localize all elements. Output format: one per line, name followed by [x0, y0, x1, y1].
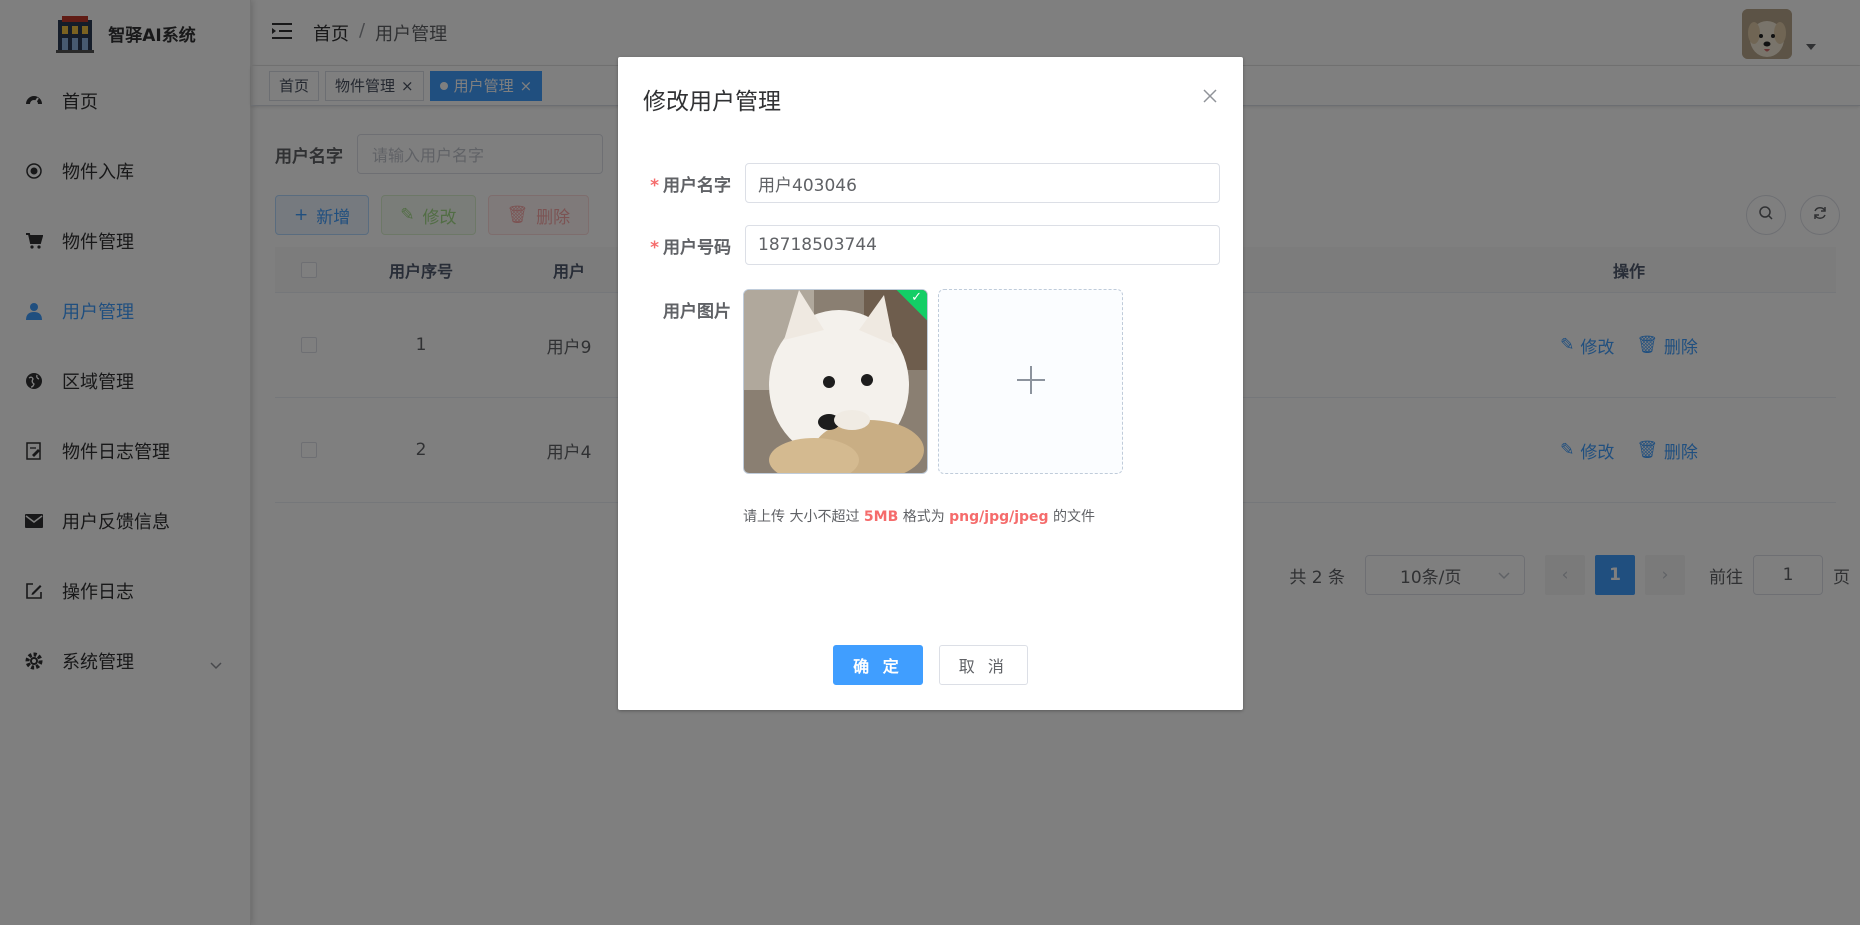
tip-suffix: 的文件	[1048, 509, 1096, 525]
upload-tip: 请上传 大小不超过 5MB 格式为 png/jpg/jpeg 的文件	[743, 506, 1095, 526]
form-row-phone: * 用户号码 18718503744	[643, 225, 1220, 265]
name-label-text: 用户名字	[663, 175, 731, 196]
uploaded-image[interactable]: ✓	[743, 289, 928, 474]
confirm-button[interactable]: 确 定	[833, 645, 923, 685]
cancel-button[interactable]: 取 消	[938, 645, 1028, 685]
upload-list: ✓	[743, 289, 1123, 474]
phone-field-label: * 用户号码	[643, 233, 745, 258]
form-row-name: * 用户名字 用户403046	[643, 163, 1220, 203]
form-row-image: 用户图片	[643, 297, 745, 322]
image-field-label: 用户图片	[663, 302, 731, 322]
name-field[interactable]: 用户403046	[745, 163, 1220, 203]
edit-user-dialog: 修改用户管理 * 用户名字 用户403046 * 用户号码 18718503744 …	[618, 57, 1243, 710]
check-icon: ✓	[911, 290, 922, 305]
phone-label-text: 用户号码	[663, 237, 731, 258]
tip-prefix: 请上传 大小不超过	[743, 509, 864, 525]
required-mark: *	[650, 237, 659, 258]
dialog-footer: 确 定 取 消	[618, 645, 1243, 685]
name-field-label: * 用户名字	[643, 171, 745, 196]
upload-add-button[interactable]	[938, 289, 1123, 474]
required-mark: *	[650, 175, 659, 196]
tip-mid: 格式为	[898, 509, 950, 525]
dialog-title: 修改用户管理	[643, 89, 781, 115]
tip-formats: png/jpg/jpeg	[949, 509, 1049, 525]
tip-size: 5MB	[863, 509, 899, 525]
plus-icon	[1016, 365, 1046, 399]
phone-field[interactable]: 18718503744	[745, 225, 1220, 265]
close-icon[interactable]	[1202, 88, 1218, 104]
